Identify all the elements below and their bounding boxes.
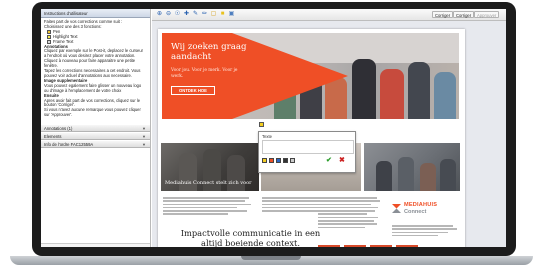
person-figure <box>352 59 376 119</box>
zoom-in-icon[interactable]: ⊕ <box>156 11 163 18</box>
person-figure <box>420 163 436 191</box>
footer-block <box>370 245 392 247</box>
cancel-icon[interactable]: ✖ <box>339 157 345 164</box>
logo-text-top: MEDIAHUIS <box>404 202 438 208</box>
instruction-line: sur 'Approuver'. <box>44 112 147 118</box>
text-column <box>163 197 256 217</box>
image-icon[interactable]: ▣ <box>228 11 235 18</box>
color-swatch[interactable] <box>283 158 288 163</box>
color-swatch[interactable] <box>262 158 267 163</box>
instruction-line: Cliquez à nouveau pour faire apparaitre … <box>44 58 147 64</box>
document-page: Wij zoeken graag aandacht Voor jou. Voor… <box>158 29 465 247</box>
brand-logo: MEDIAHUIS Connect <box>392 201 460 219</box>
section-annotations[interactable]: Annotations (1) ▼ <box>41 124 150 132</box>
hero-title: Wij zoeken graag aandacht <box>171 42 247 62</box>
headline: Impactvolle communicatie in een altijd b… <box>180 228 321 247</box>
marker-icon[interactable]: ✏ <box>201 11 208 18</box>
photo-team <box>364 143 460 191</box>
annotation-popup: Texte ✔ ✖ <box>258 131 356 173</box>
photo-caption: Mediahuis Connect stelt zich voor <box>165 180 252 186</box>
document-area: Wij zoeken graag aandacht Voor jou. Voor… <box>152 21 506 247</box>
person-figure <box>376 161 392 191</box>
color-swatch[interactable] <box>290 158 295 163</box>
hero-cta-button[interactable]: ONTDEK HOE <box>171 86 215 95</box>
footer-block <box>318 245 340 247</box>
laptop-notch <box>241 256 301 260</box>
annotation-textarea[interactable] <box>262 140 354 154</box>
popup-label: Texte <box>262 134 273 139</box>
corriger-button[interactable]: Corriger <box>432 11 454 18</box>
chevron-down-icon: ▼ <box>142 126 146 131</box>
section-content <box>41 148 150 244</box>
pan-icon[interactable]: ✚ <box>183 11 190 18</box>
color-swatch[interactable] <box>276 158 281 163</box>
footer-block <box>396 245 418 247</box>
hero-subtitle: Voor jou. Voor je merk. Voor je werk. <box>171 68 238 79</box>
instructions-text: Faites part de vos corrections comme sui… <box>41 18 150 124</box>
person-figure <box>434 72 456 119</box>
footer-block <box>344 245 366 247</box>
left-panel: Instructions d'utilisateur Faites part d… <box>41 9 151 247</box>
section-label: Annotations (1) <box>44 126 73 131</box>
panel-title: Instructions d'utilisateur <box>41 9 150 18</box>
section-label: Info de l'ordre FAC12559A <box>44 142 94 147</box>
color-swatch[interactable] <box>269 158 274 163</box>
annotation-marker[interactable] <box>259 122 264 127</box>
section-elements[interactable]: Elements ▼ <box>41 132 150 140</box>
tool-icon <box>47 30 51 35</box>
hero-banner: Wij zoeken graag aandacht Voor jou. Voor… <box>162 33 459 119</box>
person-figure <box>440 159 456 191</box>
logo-text-bottom: Connect <box>404 209 427 215</box>
zoom-fit-icon[interactable]: ☉ <box>174 11 181 18</box>
zoom-out-icon[interactable]: ⊖ <box>165 11 172 18</box>
approve-button[interactable]: Approuver <box>474 11 500 18</box>
photo-people: Mediahuis Connect stelt zich voor <box>161 143 259 191</box>
frame-icon[interactable]: ▢ <box>210 11 217 18</box>
person-figure <box>408 62 430 119</box>
toolbar: ⊕ ⊖ ☉ ✚ ✎ ✏ ▢ ■ ▣ Corriger Corriger Appr… <box>152 9 506 21</box>
text-column <box>318 197 383 230</box>
chevron-down-icon: ▼ <box>142 134 146 139</box>
pen-icon[interactable]: ✎ <box>192 11 199 18</box>
text-column <box>392 225 460 238</box>
person-figure <box>398 157 414 191</box>
confirm-icon[interactable]: ✔ <box>326 157 332 164</box>
logo-icon <box>392 204 401 213</box>
tool-icon <box>47 35 51 40</box>
laptop-frame: Instructions d'utilisateur Faites part d… <box>32 2 516 256</box>
screen: Instructions d'utilisateur Faites part d… <box>41 9 506 247</box>
postit-icon[interactable]: ■ <box>219 11 226 18</box>
instruction-text: sur 'Approuver'. <box>44 112 73 118</box>
chevron-down-icon: ▼ <box>142 142 146 147</box>
section-label: Elements <box>44 134 62 139</box>
corriger-button-secondary[interactable]: Corriger <box>453 11 475 18</box>
section-order-info[interactable]: Info de l'ordre FAC12559A ▼ <box>41 140 150 148</box>
person-figure <box>380 69 404 119</box>
